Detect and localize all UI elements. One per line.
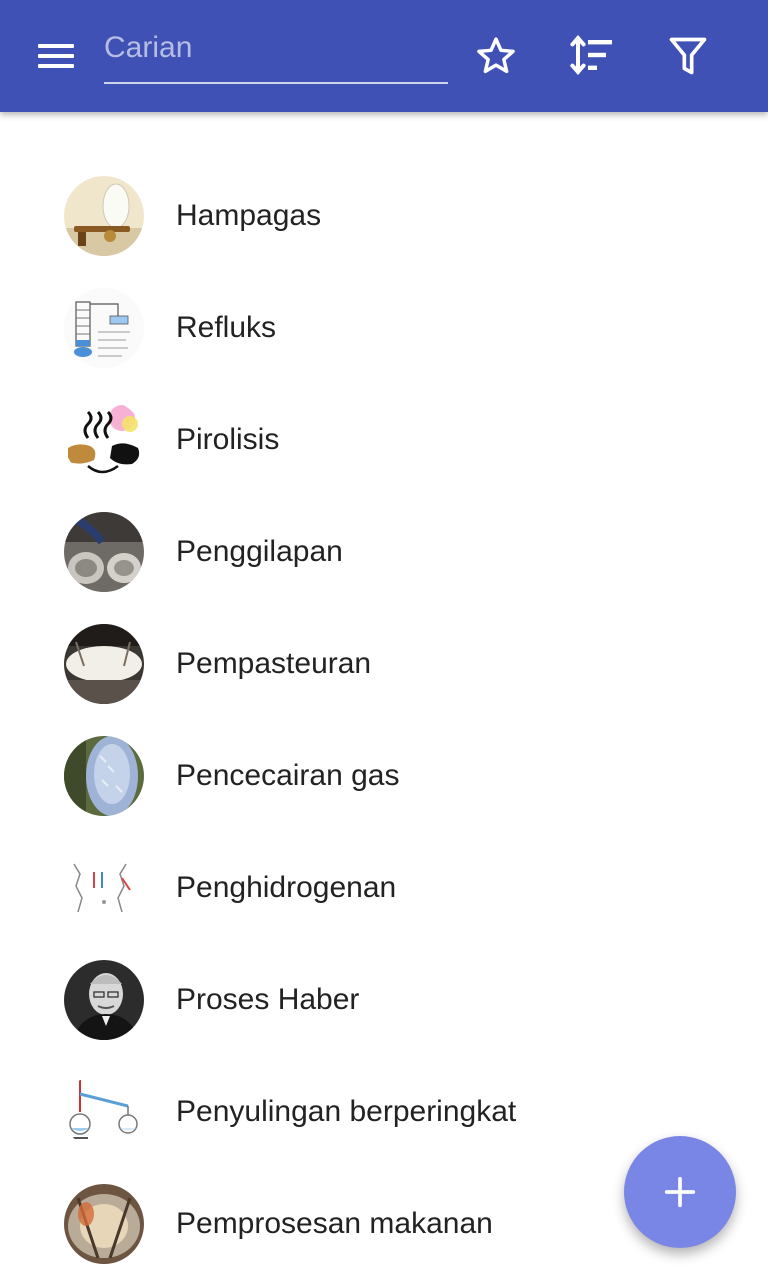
list-item[interactable]: Penggilapan xyxy=(0,496,768,608)
item-label: Refluks xyxy=(176,311,277,344)
list-item[interactable]: Pencecairan gas xyxy=(0,720,768,832)
item-label: Pencecairan gas xyxy=(176,759,400,792)
app-bar xyxy=(0,0,768,112)
fractional-distillation-diagram-icon xyxy=(64,1072,144,1152)
hydrogenation-diagram-icon xyxy=(64,848,144,928)
search-input[interactable] xyxy=(104,28,444,68)
pasteurization-photo-icon xyxy=(64,624,144,704)
vacuum-pump-photo-icon xyxy=(64,176,144,256)
gas-liquefaction-photo-icon xyxy=(64,736,144,816)
item-label: Pempasteuran xyxy=(176,647,372,680)
list-item[interactable]: Hampagas xyxy=(0,160,768,272)
item-label: Penyulingan berperingkat xyxy=(176,1095,517,1128)
filter-icon[interactable] xyxy=(664,32,712,80)
search-field xyxy=(104,22,448,84)
add-icon xyxy=(664,1176,696,1208)
topic-list: Hampagas Refluks Pirolisis Penggilapan P… xyxy=(0,160,768,1280)
sort-icon[interactable] xyxy=(568,32,616,80)
pyrolysis-diagram-icon xyxy=(64,400,144,480)
item-label: Pemprosesan makanan xyxy=(176,1207,493,1240)
item-label: Proses Haber xyxy=(176,983,360,1016)
reflux-diagram-icon xyxy=(64,288,144,368)
item-label: Penghidrogenan xyxy=(176,871,397,904)
portrait-photo-icon xyxy=(64,960,144,1040)
list-item[interactable]: Penghidrogenan xyxy=(0,832,768,944)
food-processing-photo-icon xyxy=(64,1184,144,1264)
item-label: Hampagas xyxy=(176,199,322,232)
list-item[interactable]: Refluks xyxy=(0,272,768,384)
list-item[interactable]: Pirolisis xyxy=(0,384,768,496)
item-label: Pirolisis xyxy=(176,423,280,456)
polishing-photo-icon xyxy=(64,512,144,592)
list-item[interactable]: Proses Haber xyxy=(0,944,768,1056)
list-item[interactable]: Pempasteuran xyxy=(0,608,768,720)
item-label: Penggilapan xyxy=(176,535,343,568)
add-button[interactable] xyxy=(624,1136,736,1248)
star-icon[interactable] xyxy=(472,32,520,80)
menu-icon[interactable] xyxy=(32,36,80,76)
